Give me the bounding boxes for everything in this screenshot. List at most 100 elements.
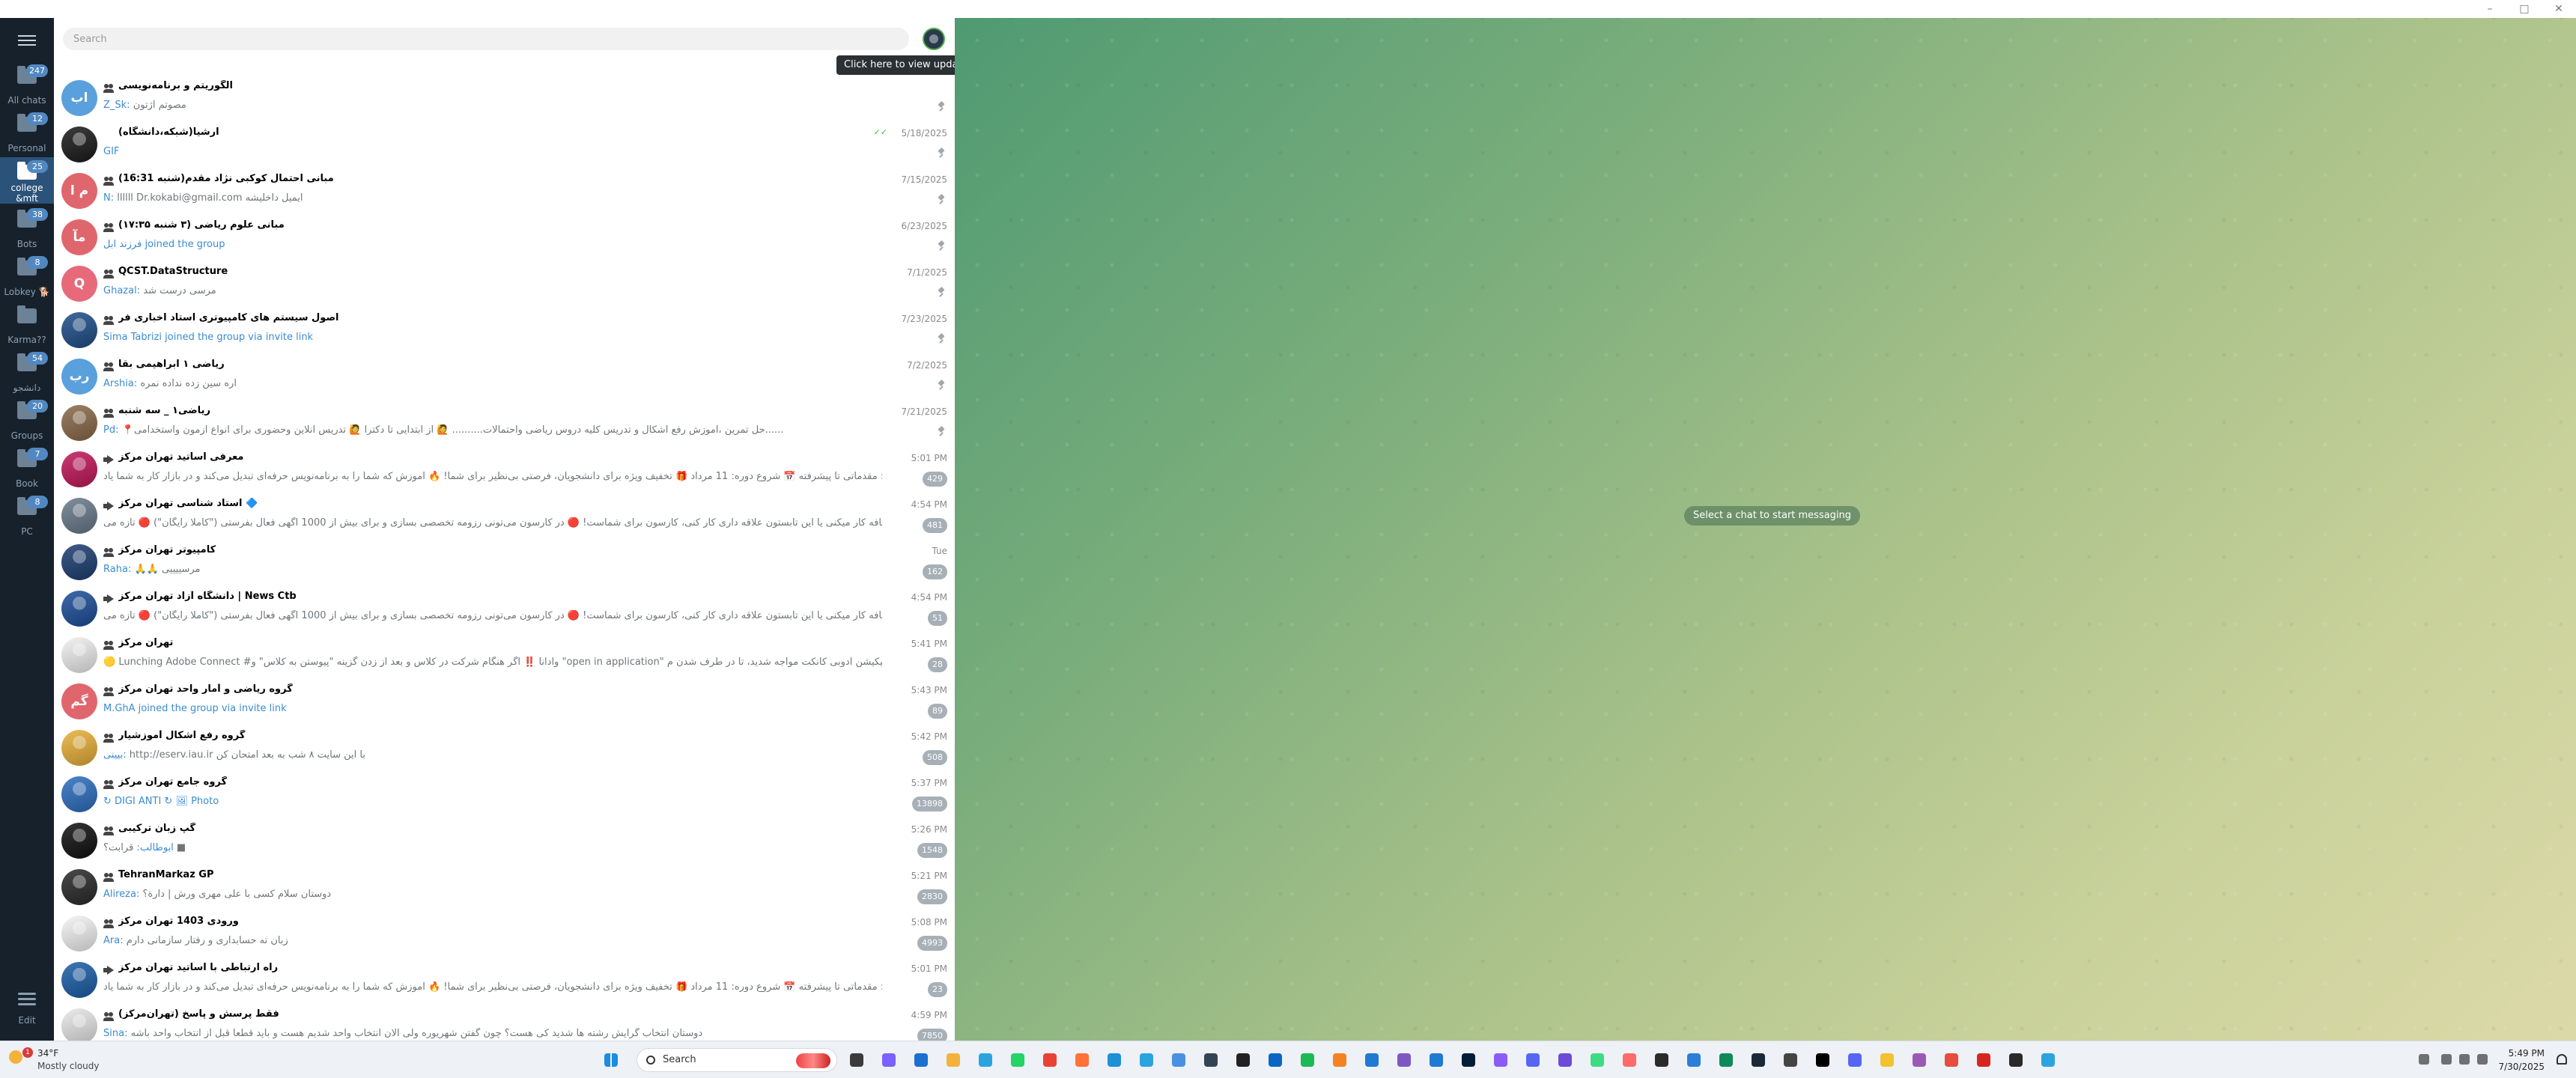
taskbar-vlc-icon[interactable]: [1328, 1048, 1352, 1072]
search-input[interactable]: [73, 28, 890, 50]
taskbar-steam-icon[interactable]: [1746, 1048, 1770, 1072]
chevron-up-icon[interactable]: [2419, 1054, 2429, 1065]
clock[interactable]: 5:49 PM 7/30/2025: [2498, 1047, 2545, 1074]
chat-avatar: [61, 730, 97, 766]
chat-row[interactable]: استاد شناسی تهران مرکز 🔷 4:54 PM اگه در هت…: [54, 493, 955, 539]
start-button[interactable]: [599, 1048, 623, 1072]
chat-row[interactable]: فقط پرسش و پاسخ (تهران‌مرکز) 4:59 PM Sina:…: [54, 1003, 955, 1041]
close-button[interactable]: ✕: [2542, 0, 2576, 18]
taskbar-telegram-icon[interactable]: [2036, 1048, 2060, 1072]
taskbar-linkedin-icon[interactable]: [1263, 1048, 1287, 1072]
chat-title: گروه جامع تهران مرکز: [118, 776, 228, 788]
edge-icon: [1108, 1053, 1121, 1067]
hamburger-menu-icon[interactable]: [0, 24, 54, 57]
taskbar-bing-icon[interactable]: [1424, 1048, 1448, 1072]
taskbar-photos-icon[interactable]: [1167, 1048, 1191, 1072]
chat-row[interactable]: دانشگاه آزاد تهران مرکز | News Ctb 4:54 P…: [54, 585, 955, 632]
chat-row[interactable]: اب الگوریتم و برنامه‌نویسی Z_Sk: مصوتم آژت…: [54, 75, 955, 121]
preview-text: M.GhA joined the group via invite link: [103, 703, 287, 714]
taskbar-acrobat-icon[interactable]: [1972, 1048, 1996, 1072]
taskbar-app-icon[interactable]: [1650, 1048, 1674, 1072]
chat-row[interactable]: تهران مرکز 5:41 PM 🟡 Lunching Adobe Connec…: [54, 632, 955, 678]
chat-row[interactable]: راه ارتباطی با اساتید تهران مرکز 5:01 PM د…: [54, 957, 955, 1003]
taskbar-app-icon[interactable]: [1907, 1048, 1931, 1072]
chat-row[interactable]: ورودی 1403 تهران مرکز 5:08 PM Ara: زبان ته…: [54, 910, 955, 957]
taskbar-store-icon[interactable]: [909, 1048, 933, 1072]
language-icon[interactable]: [2441, 1054, 2452, 1065]
chat-row[interactable]: ارشیا(شبکه،دانشگاه) ✓✓ 5/18/2025 GIF: [54, 121, 955, 168]
taskbar-calculator-icon[interactable]: [1199, 1048, 1223, 1072]
taskbar-file-explorer-icon[interactable]: [941, 1048, 965, 1072]
folder-tab-10[interactable]: 8 PC: [0, 493, 54, 539]
app-icon: [1880, 1053, 1894, 1067]
chat-time: 5:42 PM: [911, 731, 947, 742]
taskbar-search-label: Search: [663, 1054, 696, 1065]
stories-avatar-button[interactable]: [923, 28, 945, 50]
taskbar-edge-icon[interactable]: [1102, 1048, 1126, 1072]
pin-icon: [937, 427, 946, 437]
chat-preview: Raha: 🙏🙏 مرسییییی: [103, 564, 882, 575]
taskbar-app-icon[interactable]: [1682, 1048, 1706, 1072]
taskbar-firefox-icon[interactable]: [1070, 1048, 1094, 1072]
taskbar-search[interactable]: Search: [637, 1048, 837, 1072]
taskbar-photoshop-icon[interactable]: [1456, 1048, 1480, 1072]
taskbar-telegram-icon[interactable]: [973, 1048, 997, 1072]
chat-title: ریاضی ۱ ابراهیمی بقا: [118, 359, 225, 370]
taskbar-app-icon[interactable]: [1811, 1048, 1835, 1072]
group-icon: [103, 177, 114, 186]
telegram-icon: [2041, 1053, 2055, 1067]
taskbar-discord-icon[interactable]: [1521, 1048, 1545, 1072]
taskbar-spotify-icon[interactable]: [1295, 1048, 1319, 1072]
folder-tab-6[interactable]: Karma??: [0, 301, 54, 347]
chat-row[interactable]: گروه رفع اشکال آموزشیار 5:42 PM بیینی: htt…: [54, 725, 955, 771]
pin-icon: [937, 148, 946, 159]
taskbar-app-icon[interactable]: [1778, 1048, 1802, 1072]
chat-row[interactable]: کامپیوتر تهران مرکز Tue Raha: 🙏🙏 مرسییییی 1…: [54, 539, 955, 585]
folder-tab-1[interactable]: 247 All chats: [0, 61, 54, 108]
taskbar-app-icon[interactable]: [1714, 1048, 1738, 1072]
notification-bell-icon[interactable]: [2557, 1054, 2567, 1065]
taskbar-whatsapp-icon[interactable]: [1006, 1048, 1030, 1072]
chat-row[interactable]: گپ زبان ترکیبی 5:26 PM ابوطالب: قرابت؟ ■ 15…: [54, 817, 955, 864]
folder-tab-3[interactable]: 25 college &mft: [0, 157, 54, 204]
edit-folders-button[interactable]: Edit: [0, 984, 54, 1030]
folder-tab-5[interactable]: 8 Lobkey 🐕: [0, 253, 54, 299]
folder-tab-2[interactable]: 12 Personal: [0, 109, 54, 156]
taskbar-app-icon[interactable]: [1875, 1048, 1899, 1072]
chat-row[interactable]: گم گروه ریاضی و آمار واحد تهران مرکز 5:43 …: [54, 678, 955, 725]
taskbar-discord-icon[interactable]: [1843, 1048, 1867, 1072]
taskbar-android-studio-icon[interactable]: [1585, 1048, 1609, 1072]
chat-row[interactable]: معرفی اساتید تهران مرکز 5:01 PM دوره جامع …: [54, 446, 955, 493]
taskbar-vscode-icon[interactable]: [1360, 1048, 1384, 1072]
folder-tab-8[interactable]: 20 Groups: [0, 397, 54, 443]
taskbar-telegram-icon[interactable]: [1134, 1048, 1158, 1072]
folder-tab-7[interactable]: 54 دانشجو: [0, 349, 54, 395]
chat-row[interactable]: Q QCST.DataStructure 7/1/2025 Ghazal: مرسی …: [54, 261, 955, 307]
maximize-button[interactable]: □: [2507, 0, 2542, 18]
taskbar-copilot-icon[interactable]: [877, 1048, 901, 1072]
chat-row[interactable]: TehranMarkaz GP 5:21 PM Alireza: دوستان سل…: [54, 864, 955, 910]
chat-row[interactable]: گروه جامع تهران مرکز 5:37 PM ↻ DIGI ANTI ↻…: [54, 771, 955, 817]
taskbar-visual-studio-icon[interactable]: [1392, 1048, 1416, 1072]
folder-tab-4[interactable]: 38 Bots: [0, 205, 54, 252]
taskbar-app-icon[interactable]: [1489, 1048, 1513, 1072]
weather-widget[interactable]: 1 34°F Mostly cloudy: [6, 1046, 126, 1074]
folder-tab-9[interactable]: 7 Book: [0, 445, 54, 491]
chat-row[interactable]: ریاضی۱ _ سه شنبه 7/21/2025 Pd: 📍حل تمرین ،…: [54, 400, 955, 446]
taskbar-obsidian-icon[interactable]: [1553, 1048, 1577, 1072]
taskbar-app-icon[interactable]: [2004, 1048, 2028, 1072]
volume-icon[interactable]: [2477, 1054, 2488, 1065]
taskbar-chrome-icon[interactable]: [1038, 1048, 1062, 1072]
photoshop-icon: [1462, 1053, 1475, 1067]
chat-row[interactable]: رب ریاضی ۱ ابراهیمی بقا 7/2/2025 Arshia: آر…: [54, 353, 955, 400]
chat-row[interactable]: اصول سیستم های کامپیوتری استاد اخباری فر…: [54, 307, 955, 353]
taskbar-app-icon[interactable]: [1617, 1048, 1641, 1072]
wifi-icon[interactable]: [2459, 1054, 2470, 1065]
taskbar-task-view-icon[interactable]: [845, 1048, 869, 1072]
chat-row[interactable]: م ا مبانی احتمال کوکبی نژاد مقدم(شنبه 16:…: [54, 168, 955, 214]
taskbar-github-icon[interactable]: [1231, 1048, 1255, 1072]
search-box[interactable]: [63, 28, 909, 50]
chat-row[interactable]: مآ مبانی علوم ریاضی (۳ شنبه ۱۷:۳۵) 6/23/20…: [54, 214, 955, 261]
taskbar-app-icon[interactable]: [1939, 1048, 1963, 1072]
minimize-button[interactable]: –: [2473, 0, 2507, 18]
